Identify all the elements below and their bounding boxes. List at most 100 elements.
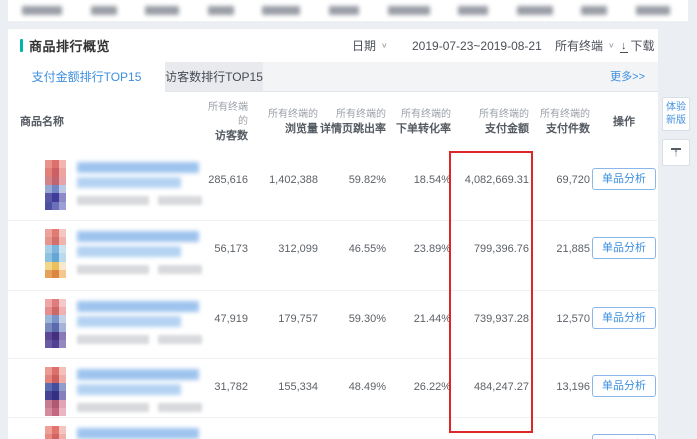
back-to-top-button[interactable]: ↑ bbox=[662, 139, 690, 166]
item-analysis-button[interactable]: 单品分析 bbox=[592, 168, 656, 190]
thumbnail-pixel bbox=[59, 160, 66, 168]
thumbnail-pixel bbox=[45, 245, 52, 253]
item-analysis-button[interactable]: 单品分析 bbox=[592, 307, 656, 329]
thumbnail-pixel bbox=[52, 160, 59, 168]
page-title: 商品排行概览 bbox=[29, 36, 110, 55]
nav-item-blurred[interactable] bbox=[91, 6, 117, 15]
tab-payment-amount-top15[interactable]: 支付金额排行TOP15 bbox=[8, 62, 165, 93]
card-header-row: 商品排行概览 日期 ∨ 2019-07-23~2019-08-21 所有终端 ∨… bbox=[8, 29, 658, 62]
cell-conversion: 23.89% bbox=[386, 220, 451, 290]
arrow-up-icon: ↑ bbox=[673, 149, 679, 158]
cell-amount: 484,247.27 bbox=[451, 358, 529, 417]
thumbnail-pixel bbox=[45, 315, 52, 323]
product-title-blurred[interactable] bbox=[77, 301, 199, 312]
thumbnail-pixel bbox=[59, 307, 66, 315]
thumbnail-pixel bbox=[59, 185, 66, 193]
cell-visitors: 56,173 bbox=[200, 220, 248, 290]
product-subinfo-blurred bbox=[158, 403, 202, 412]
thumbnail-pixel bbox=[45, 340, 52, 348]
cell-bounce: 46.55% bbox=[318, 220, 386, 290]
product-thumbnail[interactable] bbox=[45, 160, 66, 210]
date-range-value[interactable]: 2019-07-23~2019-08-21 bbox=[412, 29, 542, 62]
thumbnail-pixel bbox=[45, 332, 52, 340]
product-subinfo-blurred bbox=[158, 265, 202, 274]
nav-item-blurred[interactable] bbox=[581, 6, 607, 15]
cell-bounce: 59.30% bbox=[318, 290, 386, 358]
terminal-dropdown-label: 所有终端 bbox=[555, 37, 603, 54]
cell-conversion: 9.50% bbox=[386, 417, 451, 439]
thumbnail-pixel bbox=[59, 315, 66, 323]
thumbnail-pixel bbox=[59, 299, 66, 307]
thumbnail-pixel bbox=[45, 426, 52, 434]
product-thumbnail[interactable] bbox=[45, 229, 66, 279]
product-thumbnail[interactable] bbox=[45, 367, 66, 417]
thumbnail-pixel bbox=[52, 367, 59, 375]
chevron-down-icon: ∨ bbox=[608, 41, 615, 50]
terminal-dropdown[interactable]: 所有终端 ∨ bbox=[555, 29, 615, 62]
cell-visitors: 12,562 bbox=[200, 417, 248, 439]
column-header-visitors: 所有终端的访客数 bbox=[200, 92, 248, 152]
thumbnail-pixel bbox=[59, 168, 66, 176]
product-title-blurred[interactable] bbox=[77, 316, 181, 327]
download-button[interactable]: ↓ 下载 bbox=[621, 29, 655, 62]
product-cell bbox=[8, 220, 200, 290]
product-title-blurred[interactable] bbox=[77, 369, 199, 380]
thumbnail-pixel bbox=[52, 315, 59, 323]
experience-new-version-button[interactable]: 体验新版 bbox=[662, 97, 690, 131]
more-link[interactable]: 更多>> bbox=[610, 62, 645, 92]
cell-amount: 799,396.76 bbox=[451, 220, 529, 290]
column-header-product: 商品名称 bbox=[8, 92, 200, 152]
nav-item-blurred[interactable] bbox=[262, 6, 300, 15]
product-title-blurred[interactable] bbox=[77, 428, 199, 439]
cell-items: 1,418 bbox=[529, 417, 590, 439]
cell-visitors: 285,616 bbox=[200, 152, 248, 220]
nav-item-blurred[interactable] bbox=[636, 6, 670, 15]
thumbnail-pixel bbox=[45, 193, 52, 201]
tab-visitors-top15[interactable]: 访客数排行TOP15 bbox=[165, 62, 263, 91]
dashboard-screen: 商品排行概览 日期 ∨ 2019-07-23~2019-08-21 所有终端 ∨… bbox=[0, 0, 697, 439]
thumbnail-pixel bbox=[52, 383, 59, 391]
action-cell: 单品分析 bbox=[590, 220, 658, 290]
thumbnail-pixel bbox=[52, 375, 59, 383]
thumbnail-pixel bbox=[52, 332, 59, 340]
thumbnail-pixel bbox=[52, 245, 59, 253]
product-title-blurred[interactable] bbox=[77, 162, 199, 173]
thumbnail-pixel bbox=[59, 426, 66, 434]
thumbnail-pixel bbox=[45, 375, 52, 383]
cell-conversion: 26.22% bbox=[386, 358, 451, 417]
item-analysis-button[interactable]: 单品分析 bbox=[592, 237, 656, 259]
nav-item-blurred[interactable] bbox=[208, 6, 234, 15]
thumbnail-pixel bbox=[52, 270, 59, 278]
nav-item-blurred[interactable] bbox=[145, 6, 179, 15]
product-title-blurred[interactable] bbox=[77, 177, 181, 188]
action-cell: 单品分析 bbox=[590, 290, 658, 358]
thumbnail-pixel bbox=[59, 408, 66, 416]
thumbnail-pixel bbox=[45, 237, 52, 245]
cell-amount: 4,082,669.31 bbox=[451, 152, 529, 220]
table-row: 31,782155,33448.49%26.22%484,247.2713,19… bbox=[8, 358, 658, 417]
product-subinfo-blurred bbox=[77, 196, 149, 205]
product-thumbnail[interactable] bbox=[45, 426, 66, 439]
cell-items: 69,720 bbox=[529, 152, 590, 220]
nav-item-blurred[interactable] bbox=[388, 6, 430, 15]
nav-item-blurred[interactable] bbox=[329, 6, 359, 15]
product-title-blurred[interactable] bbox=[77, 246, 181, 257]
date-dropdown-label: 日期 bbox=[352, 37, 376, 54]
product-thumbnail[interactable] bbox=[45, 299, 66, 349]
item-analysis-button[interactable]: 单品分析 bbox=[592, 434, 656, 439]
date-dropdown[interactable]: 日期 ∨ bbox=[352, 29, 388, 62]
thumbnail-pixel bbox=[52, 193, 59, 201]
cell-bounce: 48.49% bbox=[318, 358, 386, 417]
product-title-blurred[interactable] bbox=[77, 231, 199, 242]
product-cell bbox=[8, 290, 200, 358]
nav-item-blurred[interactable] bbox=[517, 6, 553, 15]
nav-item-blurred[interactable] bbox=[22, 6, 62, 15]
product-title-blurred[interactable] bbox=[77, 384, 181, 395]
table-row: 12,56239,91237.65%9.50%84,721.031,418单品分… bbox=[8, 417, 658, 439]
thumbnail-pixel bbox=[59, 270, 66, 278]
thumbnail-pixel bbox=[52, 229, 59, 237]
thumbnail-pixel bbox=[52, 400, 59, 408]
item-analysis-button[interactable]: 单品分析 bbox=[592, 375, 656, 397]
nav-item-blurred[interactable] bbox=[458, 6, 488, 15]
thumbnail-pixel bbox=[59, 340, 66, 348]
